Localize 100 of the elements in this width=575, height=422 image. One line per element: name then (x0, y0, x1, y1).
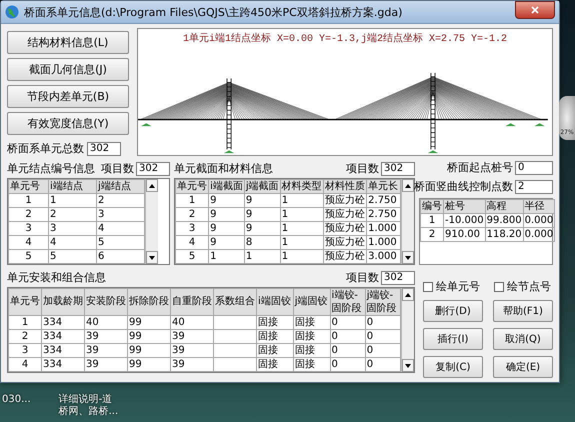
section-title: 单元结点编号信息 (7, 161, 95, 176)
table-cell: 3 (8, 344, 42, 358)
control-points-label: 桥面竖曲线控制点数 (414, 179, 513, 194)
table-cell (214, 344, 256, 358)
column-header: i端截面 (208, 180, 244, 194)
table-cell: 1 (244, 250, 280, 264)
table-cell: 固接 (256, 316, 294, 330)
column-header: 拆除阶段 (128, 288, 170, 316)
table-cell: 9 (208, 236, 244, 250)
table-cell: 1 (208, 250, 244, 264)
table-cell: 39 (170, 344, 214, 358)
table-cell: 39 (170, 330, 214, 344)
action-button[interactable]: 删行(D) (423, 300, 483, 322)
table-cell: 40 (170, 316, 214, 330)
table-cell: 0.000 (523, 228, 555, 242)
count-label: 项目数 (101, 161, 134, 176)
count-label: 项目数 (346, 161, 379, 176)
side-button[interactable]: 有效宽度信息(Y) (7, 112, 129, 135)
up-arrow-icon (405, 292, 411, 296)
column-header: 单元号 (176, 180, 209, 194)
table-cell: 9 (244, 208, 280, 222)
column-header: 安装阶段 (84, 288, 128, 316)
action-button[interactable]: 确定(E) (493, 356, 553, 378)
close-icon (531, 6, 539, 14)
table-cell: 334 (42, 316, 84, 330)
section-title: 单元安装和组合信息 (7, 270, 106, 285)
column-header: i端结点 (48, 180, 96, 194)
table-cell: 2 (176, 208, 209, 222)
table-cell: 118.20 (485, 228, 524, 242)
table-cell: 9 (208, 194, 244, 208)
table-cell: 4 (176, 236, 209, 250)
table-cell: 2 (48, 208, 96, 222)
column-header: 桩号 (444, 200, 486, 214)
total-field[interactable]: 302 (87, 142, 121, 156)
count-field[interactable]: 302 (381, 270, 415, 284)
side-button[interactable]: 节段内差单元(B) (7, 85, 129, 108)
checkbox[interactable] (494, 282, 504, 292)
scroll-up-button[interactable] (402, 179, 414, 192)
checkbox-label: 绘单元号 (436, 279, 480, 294)
table-cell: 2 (420, 228, 444, 242)
desktop-icon-label[interactable]: 桥网、路桥... (58, 406, 118, 418)
column-header: 材料性质 (323, 180, 367, 194)
side-button[interactable]: 截面几何信息(J) (7, 58, 129, 81)
scroll-down-button[interactable] (146, 251, 158, 264)
table-cell: 1 (48, 194, 96, 208)
start-station-field[interactable]: 0 (515, 160, 553, 174)
side-button[interactable]: 结构材料信息(L) (7, 31, 129, 54)
table-cell: 3 (8, 222, 48, 236)
count-label: 项目数 (346, 270, 379, 285)
close-button[interactable] (515, 1, 555, 19)
table-cell: 0.000 (523, 214, 555, 228)
action-button[interactable]: 取消(Q) (493, 328, 553, 350)
column-header: 加载龄期 (42, 288, 84, 316)
count-field[interactable]: 302 (381, 162, 415, 176)
table-cell: -10.000 (444, 214, 486, 228)
control-points-field[interactable]: 2 (515, 180, 553, 194)
scroll-up-button[interactable] (146, 179, 158, 192)
column-header: j端铰-固阶段 (365, 288, 400, 316)
table-cell: 910.00 (444, 228, 486, 242)
table-cell: 预应力砼 (323, 208, 367, 222)
table-cell: 固接 (293, 330, 330, 344)
desktop-icon-label[interactable]: 详细说明-道 (58, 394, 112, 406)
scroll-up-button[interactable] (402, 288, 414, 301)
column-header: 高程 (485, 200, 524, 214)
table-cell: 固接 (256, 344, 294, 358)
column-header: 材料类型 (280, 180, 324, 194)
desktop-icon-label[interactable]: 030... (2, 394, 31, 406)
table-cell: 4 (48, 236, 96, 250)
scrollbar[interactable] (401, 288, 414, 372)
scrollbar[interactable] (401, 179, 414, 264)
table-cell: 9 (208, 208, 244, 222)
table-cell: 固接 (293, 358, 330, 372)
table-cell: 5 (48, 250, 96, 264)
action-button[interactable]: 插行(I) (423, 328, 483, 350)
column-header: i端固铰 (256, 288, 294, 316)
table-cell: 3 (176, 222, 209, 236)
up-arrow-icon (405, 184, 411, 188)
section-title: 单元截面和材料信息 (174, 161, 273, 176)
table-cell: 固接 (293, 316, 330, 330)
total-label: 桥面系单元总数 (7, 141, 84, 156)
up-arrow-icon (149, 184, 155, 188)
action-button[interactable]: 帮助(F1) (493, 300, 553, 322)
scroll-down-button[interactable] (402, 251, 414, 264)
table-cell: 1 (280, 236, 324, 250)
scrollbar[interactable] (145, 179, 158, 264)
table-cell: 99 (128, 330, 170, 344)
table-cell: 2 (8, 208, 48, 222)
table-cell: 1 (280, 194, 324, 208)
checkbox-label: 绘节点号 (507, 279, 551, 294)
table-cell (214, 330, 256, 344)
table-cell: 4 (8, 358, 42, 372)
table-cell: 固接 (293, 344, 330, 358)
checkbox[interactable] (423, 282, 433, 292)
action-button[interactable]: 复制(C) (423, 356, 483, 378)
table-cell: 固接 (256, 358, 294, 372)
count-field[interactable]: 302 (136, 162, 170, 176)
table-cell: 预应力砼 (323, 236, 367, 250)
column-header: j端结点 (96, 180, 144, 194)
scroll-down-button[interactable] (402, 359, 414, 372)
table-cell: 5 (8, 250, 48, 264)
